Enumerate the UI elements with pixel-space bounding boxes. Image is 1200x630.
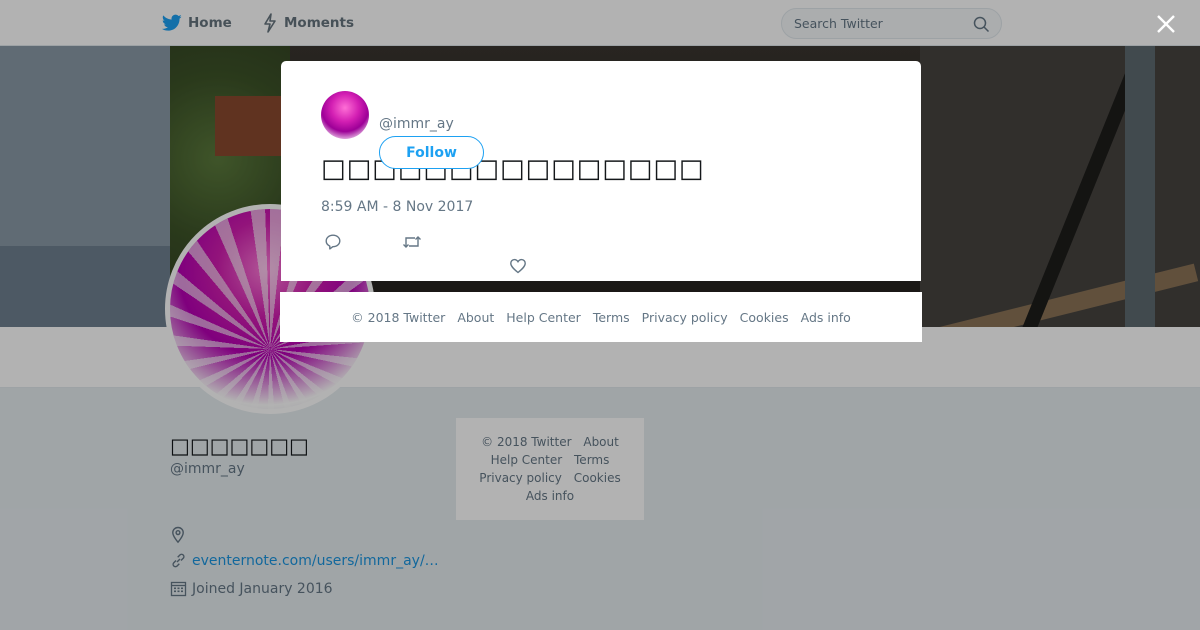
tweet-text: □□□□□□□□□□□□□□□ <box>321 154 705 184</box>
modal-footer: © 2018 Twitter About Help Center Terms P… <box>280 292 922 342</box>
follow-button[interactable]: Follow <box>379 136 484 169</box>
modal-footer-copyright: © 2018 Twitter <box>351 309 446 325</box>
heart-icon[interactable] <box>509 257 527 275</box>
tweet-timestamp[interactable]: 8:59 AM - 8 Nov 2017 <box>321 199 473 215</box>
modal-footer-cookies[interactable]: Cookies <box>740 310 789 325</box>
modal-footer-privacy[interactable]: Privacy policy <box>642 310 728 325</box>
modal-footer-terms[interactable]: Terms <box>593 310 630 325</box>
tweet-modal: @immr_ay □□□□□□□□□□□□□□□ Follow 8:59 AM … <box>281 61 921 281</box>
retweet-icon[interactable] <box>402 233 422 251</box>
modal-footer-about[interactable]: About <box>457 310 494 325</box>
close-icon[interactable] <box>1154 12 1178 36</box>
tweet-author-handle[interactable]: @immr_ay <box>379 116 454 132</box>
modal-footer-ads[interactable]: Ads info <box>801 310 851 325</box>
modal-footer-help[interactable]: Help Center <box>506 310 581 325</box>
reply-icon[interactable] <box>324 233 342 251</box>
tweet-author-avatar[interactable] <box>321 91 369 139</box>
